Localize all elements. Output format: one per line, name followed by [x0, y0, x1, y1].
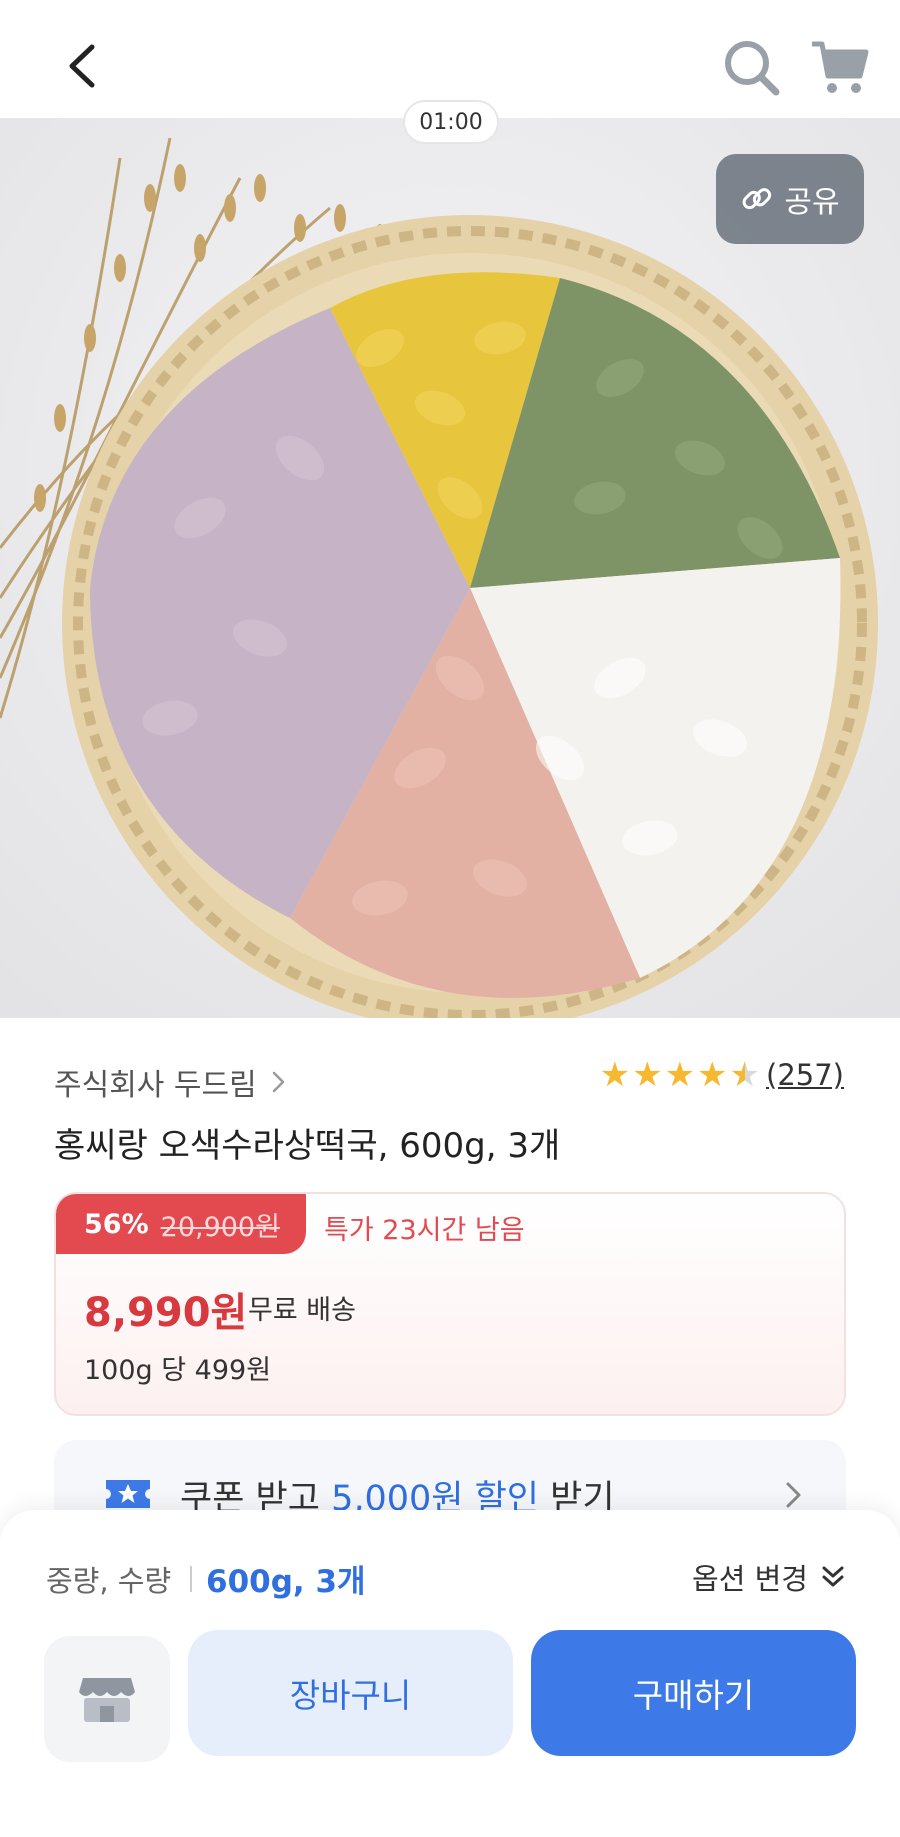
purchase-bottom-sheet: 중량, 수량 600g, 3개 옵션 변경 장바구니 구매하기 — [0, 1510, 900, 1837]
store-button[interactable] — [44, 1636, 170, 1762]
option-label: 중량, 수량 — [46, 1564, 172, 1598]
unit-price: 100g 당 499원 — [84, 1355, 272, 1386]
original-price: 20,900원 — [160, 1211, 280, 1243]
star-icon: ★ — [664, 1055, 696, 1095]
add-to-cart-button[interactable]: 장바구니 — [188, 1630, 513, 1756]
search-icon — [725, 41, 780, 96]
star-icon: ★ — [697, 1055, 728, 1095]
divider — [190, 1566, 192, 1592]
chevron-right-icon — [786, 1482, 801, 1508]
star-icon: ★ — [632, 1055, 663, 1095]
link-icon — [742, 188, 772, 210]
price-card: 56% 20,900원 특가 23시간 남음 8,990원 무료 배송 100g… — [54, 1192, 846, 1416]
double-chevron-down-icon — [822, 1566, 844, 1587]
discount-badge: 56% 20,900원 — [56, 1194, 306, 1254]
timer-badge: 01:00 — [403, 100, 499, 144]
option-change-button[interactable]: 옵션 변경 — [692, 1556, 846, 1598]
chevron-left-icon — [69, 44, 95, 88]
product-title: 홍씨랑 오색수라상떡국, 600g, 3개 — [54, 1126, 561, 1166]
search-button[interactable] — [720, 36, 782, 98]
star-icon: ★ — [599, 1055, 631, 1095]
half-star-icon: ★ — [729, 1055, 761, 1095]
rice-cake-photo — [0, 118, 900, 1018]
back-button[interactable] — [52, 36, 112, 96]
product-image[interactable] — [0, 118, 900, 1018]
shipping-info: 무료 배송 — [248, 1295, 356, 1326]
share-button[interactable]: 공유 — [716, 154, 864, 244]
cart-button[interactable] — [808, 36, 870, 98]
option-value: 600g, 3개 — [206, 1564, 366, 1600]
rating[interactable]: ★ ★ ★ ★ ★ (257) — [600, 1058, 844, 1092]
store-icon — [79, 1678, 135, 1722]
option-change-label: 옵션 변경 — [692, 1562, 808, 1596]
seller-name: 주식회사 두드림 — [54, 1068, 257, 1103]
seller-link[interactable]: 주식회사 두드림 — [54, 1060, 287, 1104]
buy-now-button[interactable]: 구매하기 — [531, 1630, 856, 1756]
cart-icon — [812, 41, 869, 93]
discount-percent: 56% — [84, 1208, 149, 1240]
coupon-ticket-icon — [106, 1480, 150, 1508]
sale-price: 8,990원 — [84, 1290, 248, 1336]
share-label: 공유 — [784, 185, 840, 220]
special-deal-timer: 특가 23시간 남음 — [324, 1215, 525, 1246]
chevron-right-icon — [272, 1071, 284, 1093]
review-count[interactable]: (257) — [766, 1058, 844, 1092]
